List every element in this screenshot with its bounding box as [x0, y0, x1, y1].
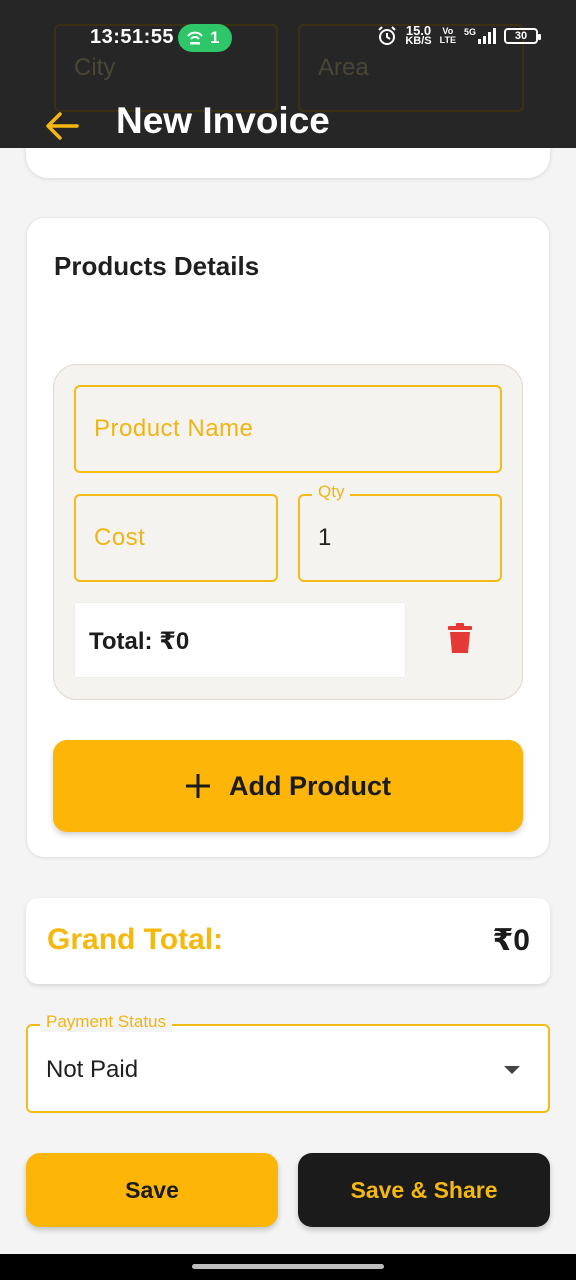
qty-input[interactable]: Qty 1: [298, 482, 502, 582]
payment-status-label: Payment Status: [40, 1012, 173, 1032]
add-product-button[interactable]: Add Product: [53, 740, 523, 832]
status-icons: 15.0 KB/S Vo LTE 5G 30: [377, 24, 541, 47]
qty-value: 1: [318, 524, 332, 551]
page-title: New Invoice: [116, 100, 330, 141]
save-share-button[interactable]: Save & Share: [298, 1153, 550, 1227]
payment-status-value: Not Paid: [46, 1056, 139, 1083]
trash-icon: [448, 623, 472, 653]
chevron-down-icon: [504, 1066, 520, 1074]
battery-icon: 30: [504, 28, 541, 44]
save-button[interactable]: Save: [26, 1153, 278, 1227]
grand-total-value: ₹0: [492, 924, 530, 957]
signal-bars-icon: [478, 28, 496, 44]
app-bar: City Area 13:51:55 1 15.0 KB/S Vo LTE 5G: [0, 0, 576, 148]
grand-total-label: Grand Total:: [47, 923, 224, 956]
product-name-input[interactable]: Product Name: [74, 385, 502, 473]
product-item: Product Name Cost Qty 1 Total: ₹0: [53, 364, 523, 700]
arrow-left-icon: [46, 112, 79, 140]
cell-signal: 5G: [464, 28, 496, 44]
city-placeholder: City: [74, 54, 116, 81]
section-title: Products Details: [54, 251, 260, 281]
back-button[interactable]: [40, 104, 84, 148]
network-type: 5G: [463, 27, 476, 37]
volte-indicator: Vo LTE: [440, 27, 456, 45]
system-nav-bar: [0, 1254, 576, 1280]
area-placeholder: Area: [318, 54, 369, 81]
cost-input[interactable]: Cost: [74, 494, 278, 582]
item-total: Total: ₹0: [74, 602, 406, 678]
product-name-placeholder: Product Name: [94, 415, 254, 442]
home-gesture-handle[interactable]: [192, 1264, 384, 1269]
alarm-icon: [378, 26, 397, 45]
hotspot-indicator: 1: [178, 24, 232, 52]
products-card: Products Details Product Name Cost Qty 1…: [26, 217, 550, 858]
cost-placeholder: Cost: [94, 524, 146, 551]
grand-total-card: Grand Total: ₹0: [26, 898, 550, 984]
qty-label: Qty: [312, 482, 351, 502]
add-product-label: Add Product: [229, 770, 391, 801]
payment-status-select[interactable]: Payment Status Not Paid: [26, 1012, 550, 1113]
network-speed: 15.0 KB/S: [405, 24, 432, 47]
delete-product-button[interactable]: [448, 623, 472, 657]
speed-unit: KB/S: [405, 35, 432, 47]
hotspot-count: 1: [210, 28, 220, 47]
status-time: 13:51:55: [90, 26, 175, 48]
hotspot-icon: [187, 31, 203, 45]
battery-level: 30: [514, 30, 528, 42]
plus-icon: [186, 774, 210, 798]
volte-bottom: LTE: [439, 35, 456, 45]
item-total-text: Total: ₹0: [89, 628, 190, 655]
